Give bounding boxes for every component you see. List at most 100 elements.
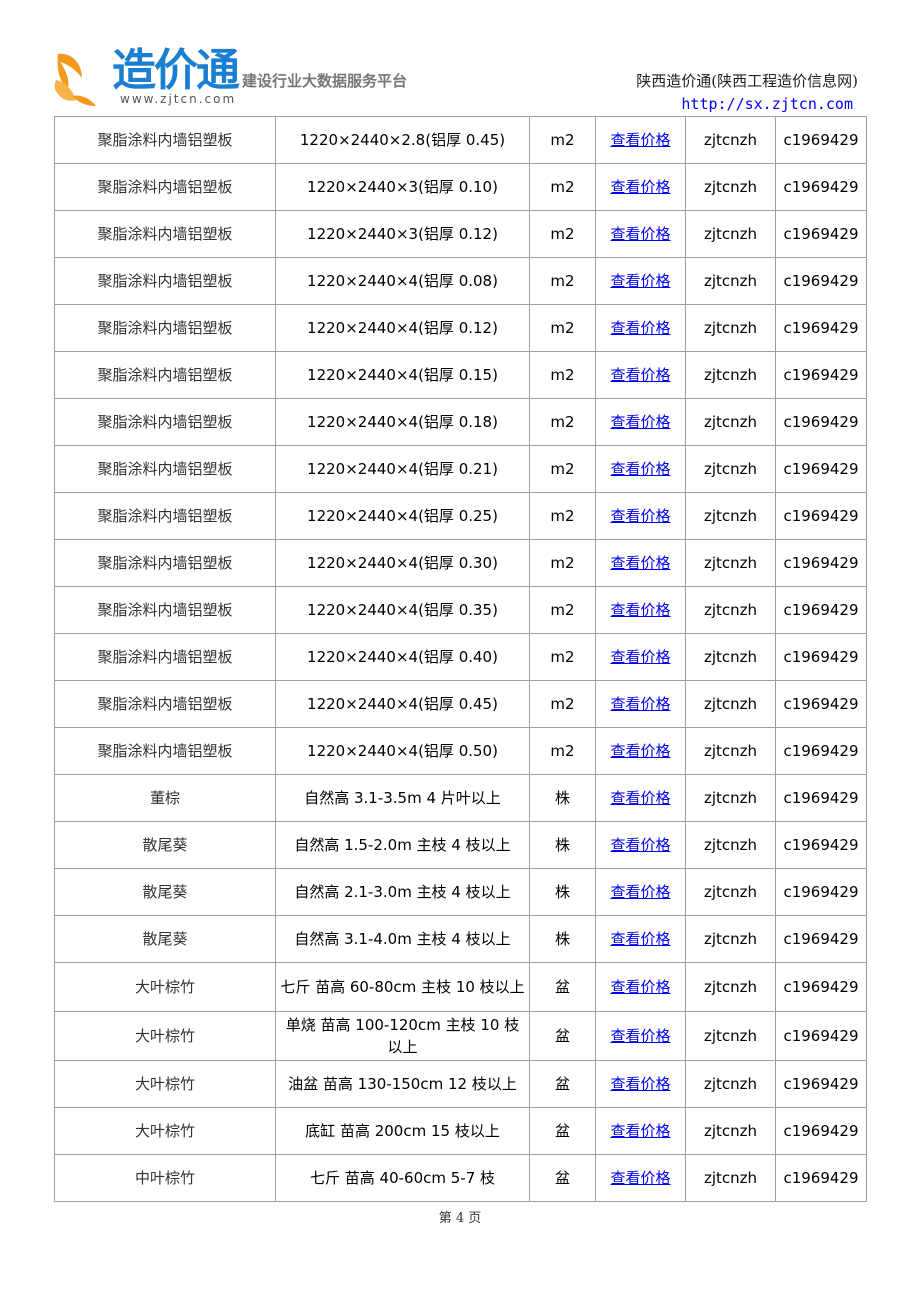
view-price-link[interactable]: 查看价格 — [610, 742, 670, 760]
view-price-link[interactable]: 查看价格 — [610, 225, 670, 243]
view-price-cell: 查看价格 — [595, 1107, 686, 1155]
spec-cell: 七斤 苗高 60-80cm 主枝 10 枝以上 — [275, 962, 530, 1012]
view-price-cell: 查看价格 — [595, 539, 686, 587]
source-cell: zjtcnzh — [685, 1154, 776, 1202]
spec-cell: 1220×2440×4(铝厚 0.21) — [275, 445, 530, 493]
view-price-link[interactable]: 查看价格 — [610, 695, 670, 713]
source-cell: zjtcnzh — [685, 304, 776, 352]
unit-cell: m2 — [529, 680, 596, 728]
unit-cell: m2 — [529, 727, 596, 775]
code-cell: c1969429 — [775, 1060, 867, 1108]
view-price-cell: 查看价格 — [595, 962, 686, 1012]
spec-cell: 底缸 苗高 200cm 15 枝以上 — [275, 1107, 530, 1155]
view-price-link[interactable]: 查看价格 — [610, 319, 670, 337]
source-cell: zjtcnzh — [685, 492, 776, 540]
view-price-link[interactable]: 查看价格 — [610, 366, 670, 384]
view-price-link[interactable]: 查看价格 — [610, 178, 670, 196]
source-cell: zjtcnzh — [685, 210, 776, 258]
table-row: 聚脂涂料内墙铝塑板 1220×2440×4(铝厚 0.35) m2 查看价格 zjtcn… — [54, 586, 867, 634]
table-row: 中叶棕竹 七斤 苗高 40-60cm 5-7 枝盆查看价格 zjtcnzh c1969… — [54, 1154, 867, 1202]
spec-cell: 1220×2440×4(铝厚 0.45) — [275, 680, 530, 728]
material-name-cell: 聚脂涂料内墙铝塑板 — [54, 586, 276, 634]
unit-cell: m2 — [529, 586, 596, 634]
code-cell: c1969429 — [775, 257, 867, 305]
table-row: 聚脂涂料内墙铝塑板 1220×2440×3(铝厚 0.12) m2 查看价格 zjtcn… — [54, 210, 867, 258]
unit-cell: 株 — [529, 821, 596, 869]
source-cell: zjtcnzh — [685, 445, 776, 493]
view-price-link[interactable]: 查看价格 — [610, 789, 670, 807]
table-row: 散尾葵 自然高 2.1-3.0m 主枝 4 枝以上株查看价格 zjtcnzh c196… — [54, 868, 867, 916]
source-cell: zjtcnzh — [685, 257, 776, 305]
table-row: 聚脂涂料内墙铝塑板 1220×2440×4(铝厚 0.45) m2 查看价格 zjtcn… — [54, 680, 867, 728]
table-row: 聚脂涂料内墙铝塑板 1220×2440×4(铝厚 0.12) m2 查看价格 zjtcn… — [54, 304, 867, 352]
view-price-link[interactable]: 查看价格 — [610, 883, 670, 901]
spec-cell: 1220×2440×4(铝厚 0.08) — [275, 257, 530, 305]
unit-cell: m2 — [529, 304, 596, 352]
unit-cell: 盆 — [529, 1154, 596, 1202]
view-price-link[interactable]: 查看价格 — [610, 413, 670, 431]
view-price-cell: 查看价格 — [595, 633, 686, 681]
unit-cell: m2 — [529, 492, 596, 540]
table-row: 大叶棕竹 七斤 苗高 60-80cm 主枝 10 枝以上盆查看价格 zjtcnzh c… — [54, 962, 867, 1012]
view-price-link[interactable]: 查看价格 — [610, 507, 670, 525]
code-cell: c1969429 — [775, 962, 867, 1012]
view-price-link[interactable]: 查看价格 — [610, 836, 670, 854]
source-cell: zjtcnzh — [685, 1011, 776, 1061]
code-cell: c1969429 — [775, 445, 867, 493]
code-cell: c1969429 — [775, 163, 867, 211]
code-cell: c1969429 — [775, 586, 867, 634]
view-price-link[interactable]: 查看价格 — [610, 1027, 670, 1045]
spec-cell: 自然高 1.5-2.0m 主枝 4 枝以上 — [275, 821, 530, 869]
code-cell: c1969429 — [775, 1107, 867, 1155]
view-price-link[interactable]: 查看价格 — [610, 930, 670, 948]
source-cell: zjtcnzh — [685, 915, 776, 963]
view-price-cell: 查看价格 — [595, 868, 686, 916]
view-price-link[interactable]: 查看价格 — [610, 978, 670, 996]
spec-cell: 自然高 2.1-3.0m 主枝 4 枝以上 — [275, 868, 530, 916]
spec-cell: 1220×2440×2.8(铝厚 0.45) — [275, 116, 530, 164]
view-price-link[interactable]: 查看价格 — [610, 648, 670, 666]
price-table: 聚脂涂料内墙铝塑板 1220×2440×2.8(铝厚 0.45) m2 查看价格 zjt… — [54, 116, 867, 1202]
source-cell: zjtcnzh — [685, 116, 776, 164]
material-name-cell: 聚脂涂料内墙铝塑板 — [54, 351, 276, 399]
unit-cell: 盆 — [529, 1060, 596, 1108]
logo-url: www.zjtcn.com — [120, 92, 237, 106]
unit-cell: m2 — [529, 351, 596, 399]
view-price-link[interactable]: 查看价格 — [610, 601, 670, 619]
site-title: 陕西造价通(陕西工程造价信息网) — [636, 72, 858, 90]
material-name-cell: 大叶棕竹 — [54, 1060, 276, 1108]
source-cell: zjtcnzh — [685, 398, 776, 446]
view-price-cell: 查看价格 — [595, 586, 686, 634]
material-name-cell: 聚脂涂料内墙铝塑板 — [54, 727, 276, 775]
unit-cell: m2 — [529, 445, 596, 493]
logo[interactable]: 造价通 www.zjtcn.com 建设行业大数据服务平台 — [52, 46, 432, 110]
spec-cell: 1220×2440×3(铝厚 0.12) — [275, 210, 530, 258]
view-price-link[interactable]: 查看价格 — [610, 1075, 670, 1093]
view-price-link[interactable]: 查看价格 — [610, 554, 670, 572]
table-row: 大叶棕竹 单烧 苗高 100-120cm 主枝 10 枝以上盆查看价格 zjtcnz… — [54, 1011, 867, 1061]
view-price-link[interactable]: 查看价格 — [610, 131, 670, 149]
code-cell: c1969429 — [775, 915, 867, 963]
butterfly-logo-icon — [54, 53, 96, 106]
view-price-cell: 查看价格 — [595, 774, 686, 822]
code-cell: c1969429 — [775, 633, 867, 681]
material-name-cell: 聚脂涂料内墙铝塑板 — [54, 304, 276, 352]
table-row: 聚脂涂料内墙铝塑板 1220×2440×4(铝厚 0.30) m2 查看价格 zjtcn… — [54, 539, 867, 587]
table-row: 大叶棕竹 底缸 苗高 200cm 15 枝以上盆查看价格 zjtcnzh c19694… — [54, 1107, 867, 1155]
material-name-cell: 聚脂涂料内墙铝塑板 — [54, 210, 276, 258]
view-price-link[interactable]: 查看价格 — [610, 1122, 670, 1140]
table-row: 董棕 自然高 3.1-3.5m 4 片叶以上株查看价格 zjtcnzh c196942… — [54, 774, 867, 822]
view-price-link[interactable]: 查看价格 — [610, 1169, 670, 1187]
site-url-link[interactable]: http://sx.zjtcn.com — [681, 95, 853, 113]
view-price-link[interactable]: 查看价格 — [610, 272, 670, 290]
material-name-cell: 中叶棕竹 — [54, 1154, 276, 1202]
table-row: 聚脂涂料内墙铝塑板 1220×2440×4(铝厚 0.15) m2 查看价格 zjtcn… — [54, 351, 867, 399]
spec-cell: 单烧 苗高 100-120cm 主枝 10 枝以上 — [275, 1011, 530, 1061]
page-number: 第 4 页 — [438, 1211, 482, 1226]
source-cell: zjtcnzh — [685, 539, 776, 587]
material-name-cell: 聚脂涂料内墙铝塑板 — [54, 680, 276, 728]
view-price-cell: 查看价格 — [595, 1154, 686, 1202]
table-row: 聚脂涂料内墙铝塑板 1220×2440×3(铝厚 0.10) m2 查看价格 zjtcn… — [54, 163, 867, 211]
material-name-cell: 聚脂涂料内墙铝塑板 — [54, 492, 276, 540]
view-price-link[interactable]: 查看价格 — [610, 460, 670, 478]
